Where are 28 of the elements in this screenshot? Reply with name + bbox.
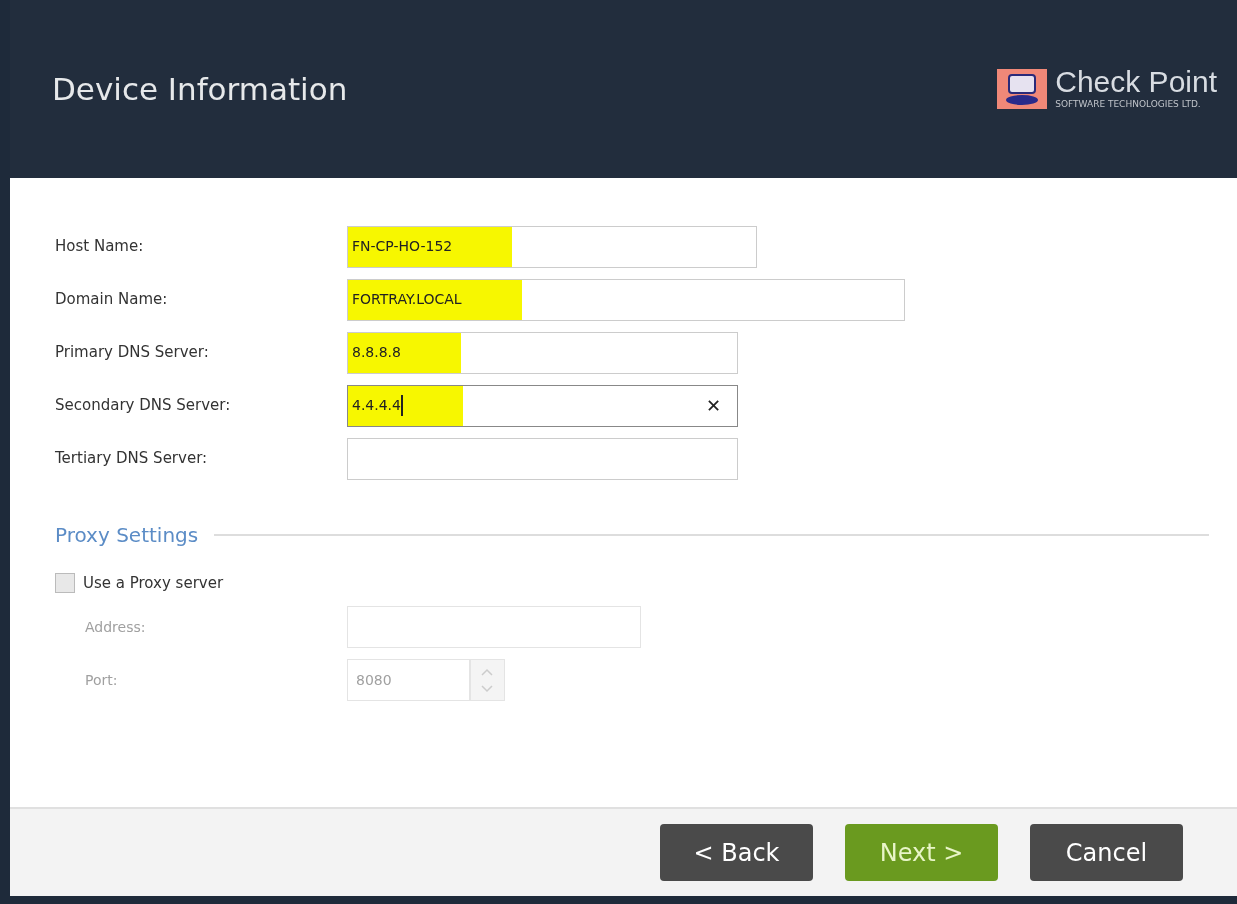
field-label: Primary DNS Server: xyxy=(55,342,210,364)
dialog-button[interactable]: < Back xyxy=(660,824,813,881)
checkbox[interactable] xyxy=(55,573,75,594)
field-label: Host Name: xyxy=(55,236,145,258)
field-label: Port: xyxy=(84,670,119,690)
text-field[interactable] xyxy=(347,437,738,480)
field-value: FORTRAY.LOCAL xyxy=(352,290,462,309)
spinner-icon[interactable] xyxy=(470,659,505,701)
clear-button[interactable]: ✕ xyxy=(705,392,721,419)
field-label: Address: xyxy=(84,617,147,637)
dialog-button[interactable]: Cancel xyxy=(1030,824,1183,881)
section-heading: Proxy Settings xyxy=(55,522,199,549)
dialog-title: Device Information xyxy=(52,69,348,109)
checkbox-label: Use a Proxy server xyxy=(83,573,224,594)
field-value: FN-CP-HO-152 xyxy=(352,237,453,256)
text-field[interactable]: 8.8.8.8 xyxy=(347,331,738,374)
field-label: Tertiary DNS Server: xyxy=(55,448,209,470)
port-value: 8080 xyxy=(356,670,392,690)
computer-logo-icon xyxy=(997,69,1048,109)
field-label: Secondary DNS Server: xyxy=(55,395,232,417)
text-field[interactable]: FORTRAY.LOCAL xyxy=(347,278,905,321)
logo-text: Check Point xyxy=(1055,66,1217,99)
field-value: 8.8.8.8 xyxy=(352,343,401,362)
logo-tagline: SOFTWARE TECHNOLOGIES LTD. xyxy=(1055,98,1202,112)
text-field[interactable]: 4.4.4.4 ✕ xyxy=(347,384,738,427)
text-field[interactable]: FN-CP-HO-152 xyxy=(347,225,757,268)
field-value: 4.4.4.4 xyxy=(352,395,403,416)
field-label: Domain Name: xyxy=(55,289,169,311)
